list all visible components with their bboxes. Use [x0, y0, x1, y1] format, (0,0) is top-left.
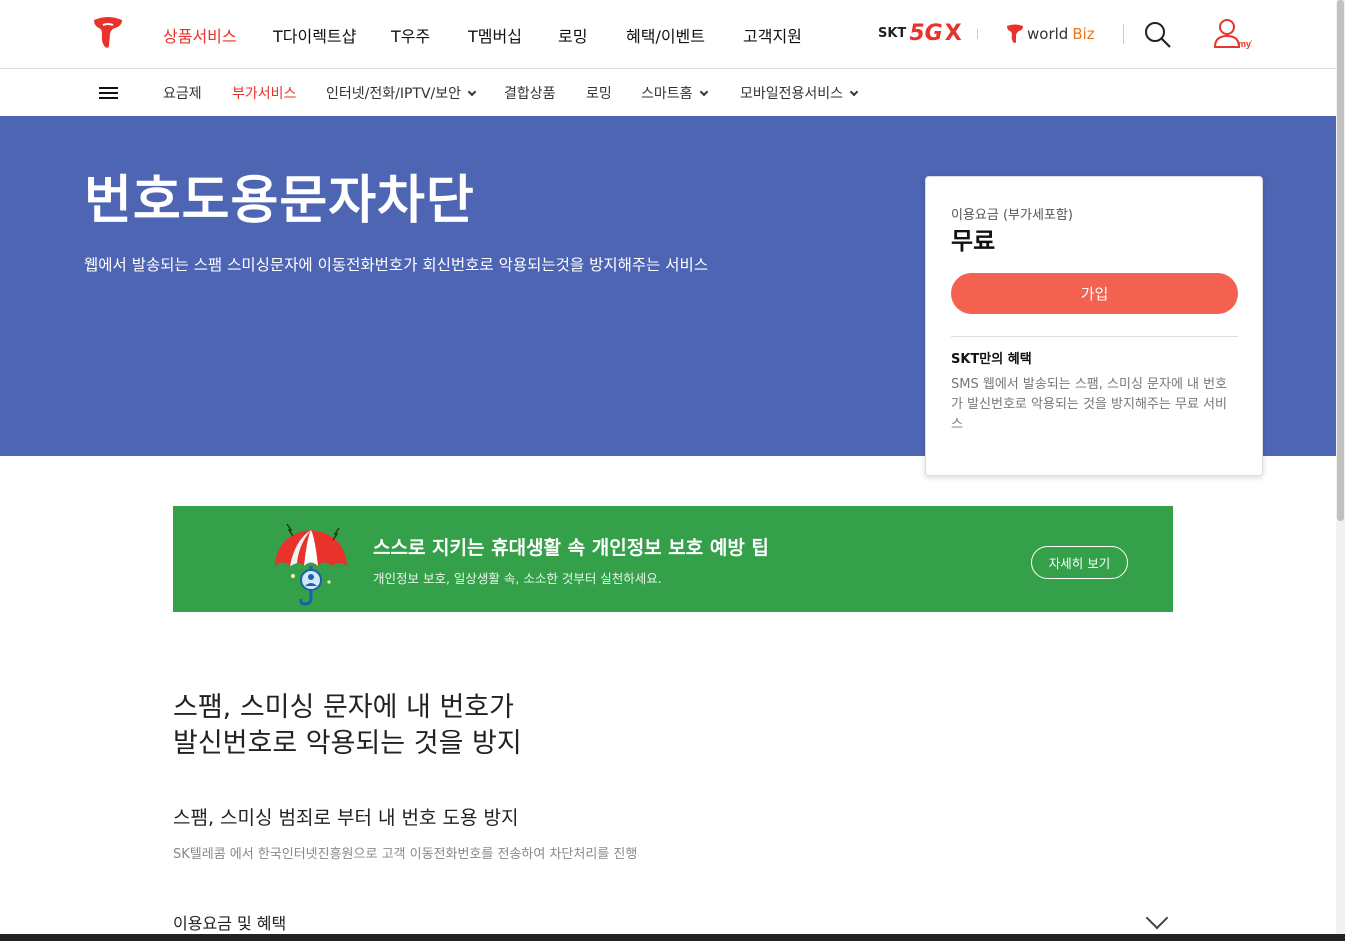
hamburger-icon[interactable]	[99, 87, 118, 99]
fee-value: 무료	[951, 227, 996, 255]
x-label: X	[944, 20, 962, 46]
accordion-label: 이용요금 및 혜택	[173, 914, 287, 933]
vertical-scrollbar[interactable]	[1336, 0, 1345, 941]
divider	[951, 336, 1238, 337]
worldbiz-logo[interactable]: world Biz	[1006, 22, 1095, 46]
gnb-item-events[interactable]: 혜택/이벤트	[626, 23, 705, 47]
chevron-down-icon	[1145, 906, 1169, 930]
gnb-item-roaming[interactable]: 로밍	[558, 23, 587, 47]
skt-5gx-logo[interactable]: SKT 5G X	[878, 20, 962, 46]
subnav-item-addon-services[interactable]: 부가서비스	[232, 83, 296, 103]
worldbiz-biz-label: Biz	[1072, 25, 1095, 43]
divider	[977, 29, 978, 39]
headline-line-1: 스팸, 스미싱 문자에 내 번호가	[173, 692, 514, 723]
subnav-item-mobile-services[interactable]: 모바일전용서비스	[740, 83, 859, 103]
banner-subtitle: 개인정보 보호, 일상생활 속, 소소한 것부터 실천하세요.	[373, 571, 662, 586]
skt-label: SKT	[878, 25, 907, 41]
page: 상품서비스 T다이렉트샵 T우주 T멤버십 로밍 혜택/이벤트 고객지원 SKT…	[0, 0, 1336, 941]
5g-label: 5G	[909, 20, 943, 46]
banner-title: 스스로 지키는 휴대생활 속 개인정보 보호 예방 팁	[373, 537, 769, 559]
gnb-item-support[interactable]: 고객지원	[743, 23, 802, 47]
subnav-item-roaming[interactable]: 로밍	[586, 83, 612, 103]
worldbiz-world-label: world	[1027, 25, 1069, 43]
content-headline: 스팸, 스미싱 문자에 내 번호가 발신번호로 악용되는 것을 방지	[173, 690, 522, 762]
sub-nav: 요금제 부가서비스 인터넷/전화/IPTV/보안 결합상품 로밍 스마트홈 모바…	[0, 69, 1336, 116]
chevron-down-icon	[699, 87, 708, 97]
page-title: 번호도용문자차단	[84, 171, 475, 231]
gnb-item-t-universe[interactable]: T우주	[391, 23, 430, 47]
umbrella-icon	[275, 523, 347, 606]
chevron-down-icon	[849, 87, 859, 97]
benefit-title: SKT만의 혜택	[951, 352, 1032, 367]
myt-label: myT	[1238, 39, 1252, 49]
top-header: 상품서비스 T다이렉트샵 T우주 T멤버십 로밍 혜택/이벤트 고객지원 SKT…	[0, 0, 1336, 69]
gnb-item-products[interactable]: 상품서비스	[163, 23, 237, 47]
join-button[interactable]: 가입	[951, 273, 1238, 314]
subnav-item-smart-home[interactable]: 스마트홈	[641, 83, 708, 103]
gnb-item-direct-shop[interactable]: T다이렉트샵	[273, 23, 356, 47]
chevron-down-icon	[467, 87, 477, 97]
scrollbar-thumb[interactable]	[1337, 0, 1344, 521]
banner-detail-button[interactable]: 자세히 보기	[1031, 546, 1128, 579]
privacy-tips-banner[interactable]: 스스로 지키는 휴대생활 속 개인정보 보호 예방 팁 개인정보 보호, 일상생…	[173, 506, 1173, 612]
subnav-item-internet[interactable]: 인터넷/전화/IPTV/보안	[326, 83, 477, 103]
price-card: 이용요금 (부가세포함) 무료 가입 SKT만의 혜택 SMS 웹에서 발송되는…	[925, 176, 1263, 476]
t-small-logo-icon	[1007, 24, 1023, 43]
headline-line-2: 발신번호로 악용되는 것을 방지	[173, 728, 522, 759]
search-icon[interactable]	[1143, 20, 1173, 50]
gnb-item-membership[interactable]: T멤버십	[468, 23, 522, 47]
myt-user-icon[interactable]: myT	[1212, 17, 1252, 51]
subnav-item-bundles[interactable]: 결합상품	[504, 83, 556, 103]
content-subdescription: SK텔레콤 에서 한국인터넷진흥원으로 고객 이동전화번호를 전송하여 차단처리…	[173, 847, 638, 862]
subnav-item-plans[interactable]: 요금제	[163, 83, 202, 103]
t-logo-icon[interactable]	[91, 16, 125, 50]
page-description: 웹에서 발송되는 스팸 스미싱문자에 이동전화번호가 회신번호로 악용되는것을 …	[84, 256, 709, 274]
benefit-description: SMS 웹에서 발송되는 스팸, 스미싱 문자에 내 번호가 발신번호로 악용되…	[951, 377, 1228, 432]
window-bottom-edge	[0, 934, 1345, 941]
content-subheading: 스팸, 스미싱 범죄로 부터 내 번호 도용 방지	[173, 807, 519, 829]
divider	[1123, 24, 1124, 44]
